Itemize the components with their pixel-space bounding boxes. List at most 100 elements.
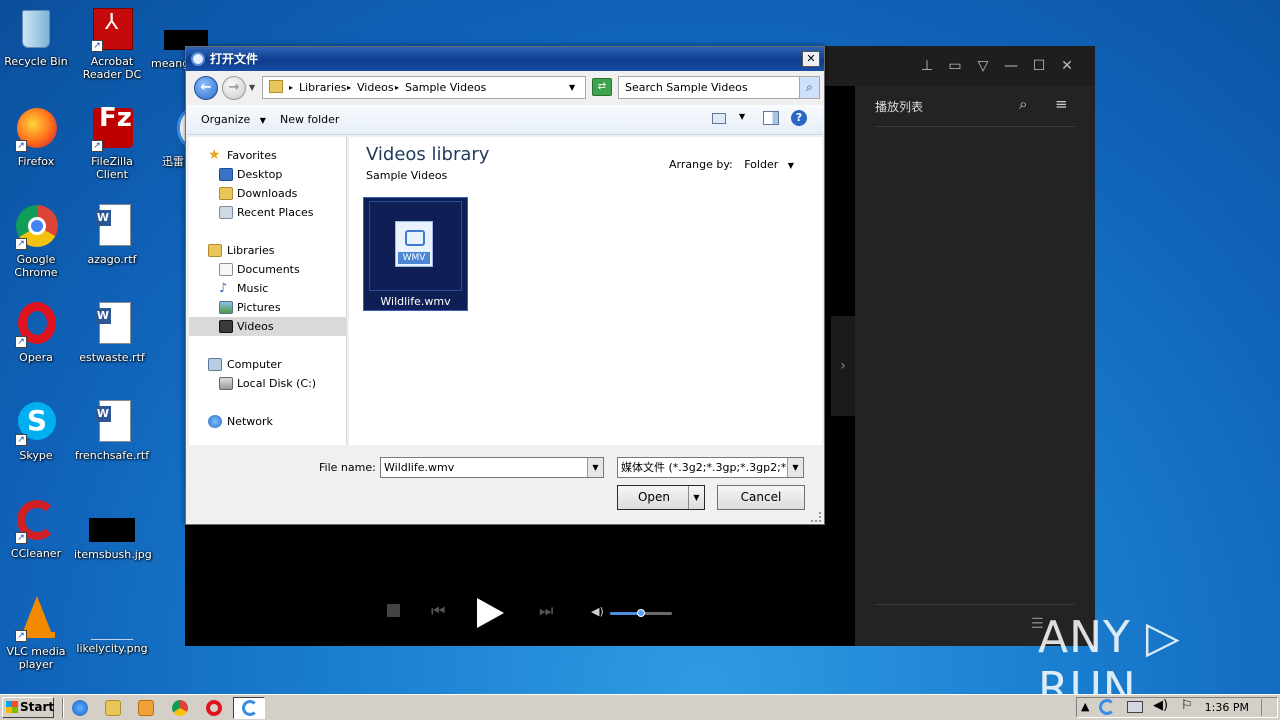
- chevron-down-icon[interactable]: ▼: [787, 458, 803, 477]
- address-dropdown-icon[interactable]: ▼: [569, 77, 575, 98]
- show-hidden-icons-icon[interactable]: ▲: [1081, 700, 1089, 713]
- breadcrumb-sample-videos[interactable]: Sample Videos: [405, 77, 486, 98]
- library-title: Videos library: [366, 144, 490, 165]
- ie-icon[interactable]: [72, 700, 88, 716]
- playlist-title: 播放列表: [875, 100, 924, 114]
- preview-pane-icon[interactable]: [763, 111, 779, 125]
- nav-network[interactable]: Network: [189, 412, 347, 431]
- desktop-icon-vlc[interactable]: ↗ VLC media player: [0, 596, 74, 671]
- taskbar-player-task[interactable]: [233, 697, 265, 719]
- breadcrumb-videos[interactable]: Videos: [357, 77, 394, 98]
- address-bar[interactable]: ▸ Libraries ▸ Videos ▸ Sample Videos ▼: [262, 76, 586, 99]
- file-name-field[interactable]: Wildlife.wmv ▼: [380, 457, 604, 478]
- close-icon[interactable]: ✕: [1057, 56, 1077, 76]
- desktop-icon-azago[interactable]: W azago.rtf: [74, 204, 150, 266]
- forward-arrow-icon[interactable]: →: [222, 76, 246, 100]
- resize-grip-icon[interactable]: [811, 512, 821, 522]
- search-icon[interactable]: ⌕: [1019, 95, 1027, 113]
- desktop-icon-likelycity[interactable]: likelycity.png: [74, 596, 150, 655]
- nav-local-disk[interactable]: Local Disk (C:): [189, 374, 347, 393]
- cancel-button[interactable]: Cancel: [717, 485, 805, 510]
- nav-videos[interactable]: Videos: [189, 317, 347, 336]
- chevron-down-icon[interactable]: ▼: [688, 486, 704, 509]
- minimize-icon[interactable]: —: [1001, 56, 1021, 76]
- refresh-icon[interactable]: ⇄: [592, 78, 612, 96]
- media-player-icon[interactable]: [138, 700, 154, 716]
- vlc-cone-icon: ↗: [13, 596, 59, 642]
- nav-pictures[interactable]: Pictures: [189, 298, 347, 317]
- desktop-icon-estwaste[interactable]: W estwaste.rtf: [74, 302, 150, 364]
- arrange-by: Arrange by: Folder ▼: [669, 158, 794, 171]
- new-folder-button[interactable]: New folder: [280, 113, 339, 126]
- close-button[interactable]: ✕: [802, 51, 820, 67]
- nav-favorites[interactable]: ★ Favorites: [189, 146, 347, 165]
- nav-downloads[interactable]: Downloads: [189, 184, 347, 203]
- volume-icon[interactable]: ◀): [591, 605, 604, 618]
- view-options-icon[interactable]: [712, 113, 726, 124]
- volume-tray-icon[interactable]: ◀): [1153, 698, 1168, 713]
- nav-recent-places[interactable]: Recent Places: [189, 203, 347, 222]
- chevron-down-icon[interactable]: ▼: [587, 458, 603, 477]
- navigation-bar: ← → ▼ ▸ Libraries ▸ Videos ▸ Sample Vide…: [190, 73, 822, 103]
- desktop-icon-filezilla[interactable]: Fz ↗ FileZilla Client: [74, 105, 150, 181]
- music-note-icon: ♪: [219, 281, 228, 296]
- desktop-icon-recycle-bin[interactable]: Recycle Bin: [0, 6, 74, 68]
- search-input[interactable]: Search Sample Videos ⌕: [618, 76, 820, 99]
- chrome-icon: ↗: [13, 204, 59, 250]
- file-item-wildlife[interactable]: WMV Wildlife.wmv: [363, 197, 468, 311]
- stop-icon[interactable]: [387, 604, 400, 617]
- nav-music[interactable]: ♪ Music: [189, 279, 347, 298]
- next-icon[interactable]: ⏭: [539, 601, 553, 621]
- chrome-icon[interactable]: [172, 700, 188, 716]
- help-icon[interactable]: ?: [791, 110, 807, 126]
- nav-computer[interactable]: Computer: [189, 355, 347, 374]
- app-icon: [191, 52, 205, 66]
- open-button[interactable]: Open ▼: [617, 485, 705, 510]
- previous-icon[interactable]: ⏮: [431, 601, 445, 621]
- desktop-icon-firefox[interactable]: ↗ Firefox: [0, 106, 74, 168]
- action-center-flag-icon[interactable]: ⚐: [1181, 698, 1193, 713]
- arrange-by-dropdown[interactable]: Folder: [744, 158, 778, 171]
- explorer-folder-icon[interactable]: [105, 700, 121, 716]
- volume-knob[interactable]: [637, 609, 645, 617]
- folder-icon[interactable]: ▭: [945, 56, 965, 76]
- start-button[interactable]: Start: [2, 697, 54, 718]
- chevron-down-icon[interactable]: ▼: [788, 161, 794, 170]
- nav-documents[interactable]: Documents: [189, 260, 347, 279]
- acrobat-icon: ⅄ ↗: [89, 6, 135, 52]
- dropdown-menu-icon[interactable]: ▽: [973, 56, 993, 76]
- desktop-icon-label: itemsbush.jpg: [74, 548, 152, 561]
- breadcrumb-libraries[interactable]: Libraries: [299, 77, 347, 98]
- opera-icon[interactable]: [206, 700, 222, 716]
- network-tray-icon[interactable]: [1127, 701, 1143, 713]
- organize-button[interactable]: Organize ▼: [201, 113, 266, 126]
- file-type-badge: WMV: [398, 252, 430, 264]
- nav-libraries[interactable]: Libraries: [189, 241, 347, 260]
- desktop-icon-frenchsafe[interactable]: W frenchsafe.rtf: [74, 400, 150, 462]
- clock[interactable]: 1:36 PM: [1205, 701, 1249, 714]
- file-type-filter[interactable]: 媒体文件 (*.3g2;*.3gp;*.3gp2;*.3 ▼: [617, 457, 804, 478]
- maximize-icon[interactable]: ☐: [1029, 56, 1049, 76]
- nav-desktop[interactable]: Desktop: [189, 165, 347, 184]
- tray-player-icon[interactable]: [1099, 699, 1115, 715]
- desktop-icon-opera[interactable]: ↗ Opera: [0, 302, 74, 364]
- menu-icon[interactable]: ≡: [1055, 95, 1068, 113]
- chevron-down-icon: ▼: [259, 116, 266, 125]
- desktop-icon-chrome[interactable]: ↗ Google Chrome: [0, 204, 74, 279]
- desktop-icon-acrobat[interactable]: ⅄ ↗ Acrobat Reader DC: [74, 6, 150, 81]
- recent-pages-chevron-icon[interactable]: ▼: [249, 83, 255, 92]
- computer-icon: [208, 358, 222, 371]
- back-arrow-icon[interactable]: ←: [194, 76, 218, 100]
- pin-icon[interactable]: ⊥: [917, 56, 937, 76]
- desktop-icon-skype[interactable]: S ↗ Skype: [0, 400, 74, 462]
- desktop-icon-ccleaner[interactable]: ↗ CCleaner: [0, 498, 74, 560]
- windows-logo-icon: [6, 701, 18, 713]
- play-icon[interactable]: [477, 598, 504, 628]
- volume-slider[interactable]: [610, 609, 672, 617]
- desktop-icon-itemsbush[interactable]: itemsbush.jpg: [74, 518, 152, 561]
- show-desktop-button[interactable]: [1261, 699, 1275, 716]
- chevron-down-icon[interactable]: ▼: [739, 112, 745, 121]
- file-name: Wildlife.wmv: [380, 295, 451, 308]
- search-icon[interactable]: ⌕: [799, 77, 819, 98]
- playlist-toggle-chevron-icon[interactable]: ›: [831, 316, 855, 416]
